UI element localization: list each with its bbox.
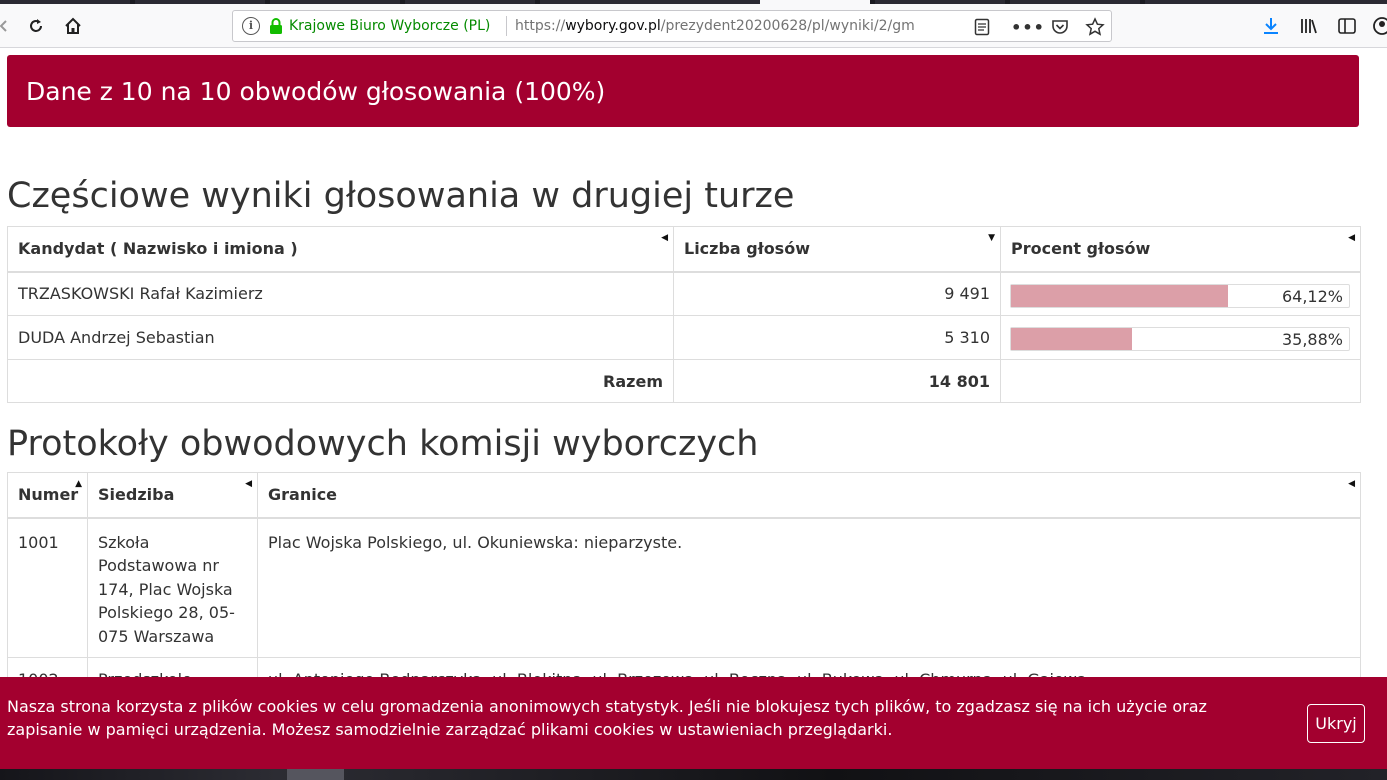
vote-count: 9 491 — [673, 271, 1001, 316]
cookie-banner: Nasza strona korzysta z plików cookies w… — [0, 677, 1387, 769]
downloads-icon[interactable] — [1259, 14, 1283, 38]
sort-desc-icon[interactable]: ▼ — [988, 233, 995, 243]
url-domain: wybory.gov.pl — [565, 18, 661, 34]
url-separator — [506, 16, 507, 36]
protocols-table: Numer ▲ Siedziba ◀ Granice ◀ 1001 Szkoła Po… — [7, 472, 1361, 698]
sort-left-icon[interactable]: ◀ — [1348, 233, 1355, 243]
sidebar-icon[interactable] — [1335, 14, 1359, 38]
sort-asc-icon[interactable]: ▲ — [75, 479, 82, 489]
column-header-votes[interactable]: Liczba głosów ▼ — [673, 226, 1001, 273]
back-icon[interactable] — [0, 14, 16, 38]
sort-left-icon[interactable]: ◀ — [1348, 479, 1355, 489]
browser-toolbar: i Krajowe Biuro Wyborcze (PL) https://wy… — [0, 4, 1387, 48]
column-header-label: Granice — [268, 485, 338, 505]
vote-count: 5 310 — [673, 315, 1001, 360]
total-label: Razem — [7, 359, 674, 403]
site-identity[interactable]: Krajowe Biuro Wyborcze (PL) — [289, 18, 490, 34]
bookmark-star-icon[interactable] — [1084, 16, 1106, 38]
column-header-candidate[interactable]: Kandydat ( Nazwisko i imiona ) ◀ — [7, 226, 674, 273]
cookie-hide-button[interactable]: Ukryj — [1307, 704, 1365, 743]
protocol-seat: Szkoła Podstawowa nr 174, Plac Wojska Po… — [87, 517, 258, 658]
url-prefix: https:// — [515, 18, 566, 34]
candidate-name: TRZASKOWSKI Rafał Kazimierz — [7, 271, 674, 316]
total-row: Razem 14 801 — [7, 359, 1361, 403]
reader-view-icon[interactable] — [971, 16, 993, 38]
total-votes: 14 801 — [673, 359, 1001, 403]
protocol-bounds: Plac Wojska Polskiego, ul. Okuniewska: n… — [257, 517, 1361, 658]
percent-bar-fill — [1011, 328, 1133, 350]
sort-left-icon[interactable]: ◀ — [245, 479, 252, 489]
lock-icon[interactable] — [267, 17, 285, 35]
info-icon[interactable]: i — [242, 17, 260, 35]
sort-left-icon[interactable]: ◀ — [661, 233, 668, 243]
column-header-seat[interactable]: Siedziba ◀ — [87, 472, 258, 519]
taskbar-button[interactable] — [287, 769, 344, 780]
url-bar[interactable]: i Krajowe Biuro Wyborcze (PL) https://wy… — [232, 10, 1112, 42]
results-heading: Częściowe wyniki głosowania w drugiej tu… — [7, 176, 795, 216]
percent-cell: 64,12% — [1000, 271, 1361, 316]
cookie-text: Nasza strona korzysta z plików cookies w… — [7, 697, 1207, 739]
library-icon[interactable] — [1297, 14, 1321, 38]
column-header-bounds[interactable]: Granice ◀ — [257, 472, 1361, 519]
table-row: 1001 Szkoła Podstawowa nr 174, Plac Wojs… — [7, 517, 1361, 658]
percent-bar: 64,12% — [1010, 283, 1350, 308]
column-header-label: Procent głosów — [1011, 239, 1151, 259]
percent-value: 35,88% — [1281, 330, 1343, 349]
percent-value: 64,12% — [1281, 286, 1343, 306]
page-actions-icon[interactable]: ••• — [1011, 16, 1044, 38]
column-header-percent[interactable]: Procent głosów ◀ — [1000, 226, 1361, 273]
results-table: Kandydat ( Nazwisko i imiona ) ◀ Liczba g… — [7, 226, 1361, 403]
results-header-row: Kandydat ( Nazwisko i imiona ) ◀ Liczba g… — [7, 226, 1361, 273]
table-row: DUDA Andrzej Sebastian 5 310 35,88% — [7, 315, 1361, 360]
percent-bar-fill — [1011, 284, 1228, 307]
home-icon[interactable] — [61, 14, 85, 38]
reload-icon[interactable] — [24, 14, 48, 38]
url-text[interactable]: https://wybory.gov.pl/prezydent20200628/… — [515, 18, 927, 34]
percent-bar: 35,88% — [1010, 327, 1350, 351]
data-coverage-banner: Dane z 10 na 10 obwodów głosowania (100%… — [7, 55, 1359, 127]
column-header-label: Numer — [18, 485, 79, 505]
table-row: TRZASKOWSKI Rafał Kazimierz 9 491 64,12% — [7, 271, 1361, 316]
column-header-label: Kandydat ( Nazwisko i imiona ) — [18, 239, 298, 259]
total-empty-cell — [1000, 359, 1361, 403]
column-header-label: Siedziba — [98, 485, 175, 505]
percent-cell: 35,88% — [1000, 315, 1361, 360]
protocols-header-row: Numer ▲ Siedziba ◀ Granice ◀ — [7, 472, 1361, 519]
taskbar — [0, 769, 1387, 780]
protocol-number[interactable]: 1001 — [7, 517, 88, 658]
column-header-number[interactable]: Numer ▲ — [7, 472, 88, 519]
candidate-name: DUDA Andrzej Sebastian — [7, 315, 674, 360]
column-header-label: Liczba głosów — [684, 239, 810, 259]
account-icon[interactable] — [1370, 14, 1387, 38]
protocols-heading: Protokoły obwodowych komisji wyborczych — [7, 424, 759, 464]
banner-text: Dane z 10 na 10 obwodów głosowania (100%… — [26, 77, 606, 106]
url-path: /prezydent20200628/pl/wyniki/2/gm — [660, 18, 915, 34]
pocket-icon[interactable] — [1049, 16, 1071, 38]
